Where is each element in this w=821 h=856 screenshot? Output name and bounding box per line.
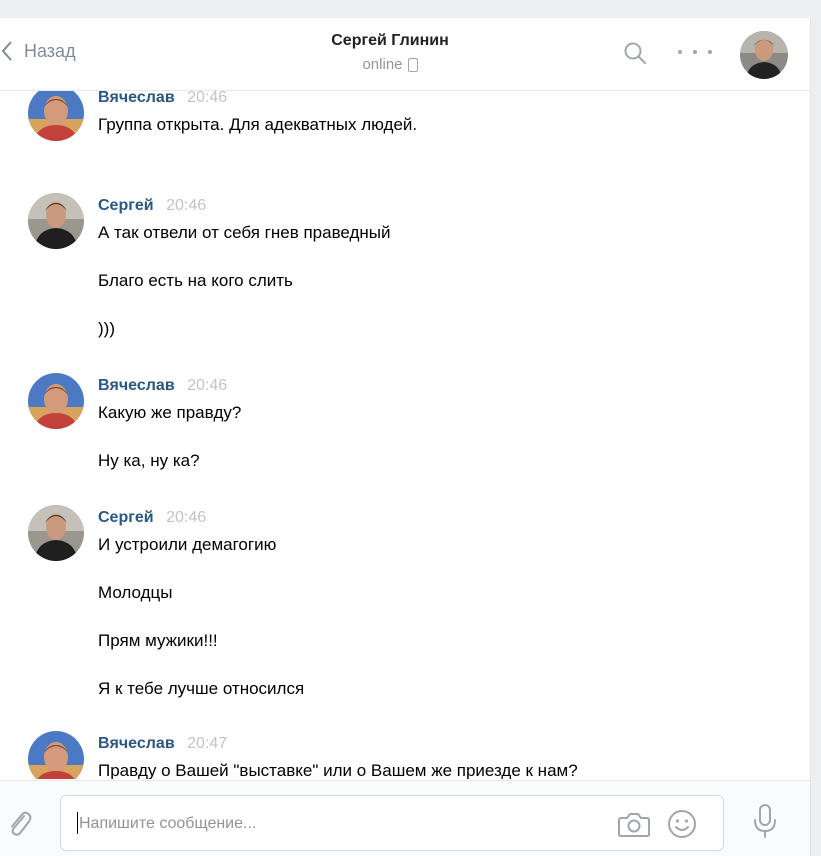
message-input[interactable] xyxy=(77,811,601,837)
chat-window: Назад Сергей Глинин online Вячеслав 20:4… xyxy=(0,18,811,856)
message-text: Какую же правду? xyxy=(98,403,242,422)
avatar-sergey-photo xyxy=(28,505,84,561)
header-avatar[interactable] xyxy=(740,31,788,79)
message-time: 20:46 xyxy=(187,377,228,394)
message-text: Благо есть на кого слить xyxy=(98,271,293,290)
avatar[interactable] xyxy=(28,505,84,561)
message-time: 20:46 xyxy=(166,509,207,526)
sender-name[interactable]: Сергей xyxy=(98,197,154,214)
message-meta: Вячеслав 20:46 xyxy=(98,91,227,107)
message-time: 20:47 xyxy=(187,735,228,752)
message-meta: Вячеслав 20:46 xyxy=(98,377,227,395)
message-text: Молодцы xyxy=(98,583,173,602)
message-text: И устроили демагогию xyxy=(98,535,277,554)
search-icon[interactable] xyxy=(622,40,648,66)
message-text: А так отвели от себя гнев праведный xyxy=(98,223,391,242)
message-text: Я к тебе лучше относился xyxy=(98,679,305,698)
message-meta: Сергей 20:46 xyxy=(98,509,206,527)
microphone-icon[interactable] xyxy=(752,803,778,839)
message-body: И устроили демагогию Молодцы Прям мужики… xyxy=(98,533,788,725)
status-text: online xyxy=(362,56,403,73)
avatar[interactable] xyxy=(28,373,84,429)
sender-name[interactable]: Вячеслав xyxy=(98,735,175,752)
message-meta: Сергей 20:46 xyxy=(98,197,206,215)
sender-name[interactable]: Вячеслав xyxy=(98,91,175,106)
message-body: Группа открыта. Для адекватных людей. xyxy=(98,113,788,161)
message-body: Правду о Вашей "выставке" или о Вашем же… xyxy=(98,759,788,779)
message-composer xyxy=(0,780,810,856)
message-input-box[interactable] xyxy=(60,795,724,851)
camera-icon[interactable] xyxy=(617,810,651,838)
chat-title: Сергей Глинин xyxy=(331,32,449,49)
message-history[interactable]: Вячеслав 20:46 Группа открыта. Для адекв… xyxy=(0,91,810,779)
avatar[interactable] xyxy=(28,91,84,141)
paperclip-icon[interactable] xyxy=(6,807,32,837)
message-text: Ну ка, ну ка? xyxy=(98,451,200,470)
back-label: Назад xyxy=(24,40,76,61)
message-time: 20:46 xyxy=(166,197,207,214)
avatar[interactable] xyxy=(28,193,84,249)
avatar-sergey-photo xyxy=(740,31,788,79)
sender-name[interactable]: Вячеслав xyxy=(98,377,175,394)
sender-name[interactable]: Сергей xyxy=(98,509,154,526)
message-text: Правду о Вашей "выставке" или о Вашем же… xyxy=(98,761,578,779)
avatar-vyacheslav-photo xyxy=(28,731,84,779)
message-time: 20:46 xyxy=(187,91,228,106)
avatar-sergey-photo xyxy=(28,193,84,249)
more-dots-icon[interactable] xyxy=(678,42,712,62)
avatar-vyacheslav-photo xyxy=(28,373,84,429)
message-meta: Вячеслав 20:47 xyxy=(98,735,227,753)
message-text: Группа открыта. Для адекватных людей. xyxy=(98,115,418,134)
chevron-left-icon xyxy=(1,41,12,61)
mobile-phone-icon xyxy=(407,57,418,72)
avatar[interactable] xyxy=(28,731,84,779)
message-text: ))) xyxy=(98,319,115,338)
message-body: А так отвели от себя гнев праведный Благ… xyxy=(98,221,788,365)
chat-header: Назад Сергей Глинин online xyxy=(0,18,810,91)
message-body: Какую же правду? Ну ка, ну ка? xyxy=(98,401,788,497)
avatar-vyacheslav-photo xyxy=(28,91,84,141)
message-text: Прям мужики!!! xyxy=(98,631,218,650)
chat-title-block[interactable]: Сергей Глинин online xyxy=(250,32,530,73)
back-button[interactable]: Назад xyxy=(0,40,76,62)
smile-icon[interactable] xyxy=(666,808,698,840)
online-status: online xyxy=(250,56,530,73)
